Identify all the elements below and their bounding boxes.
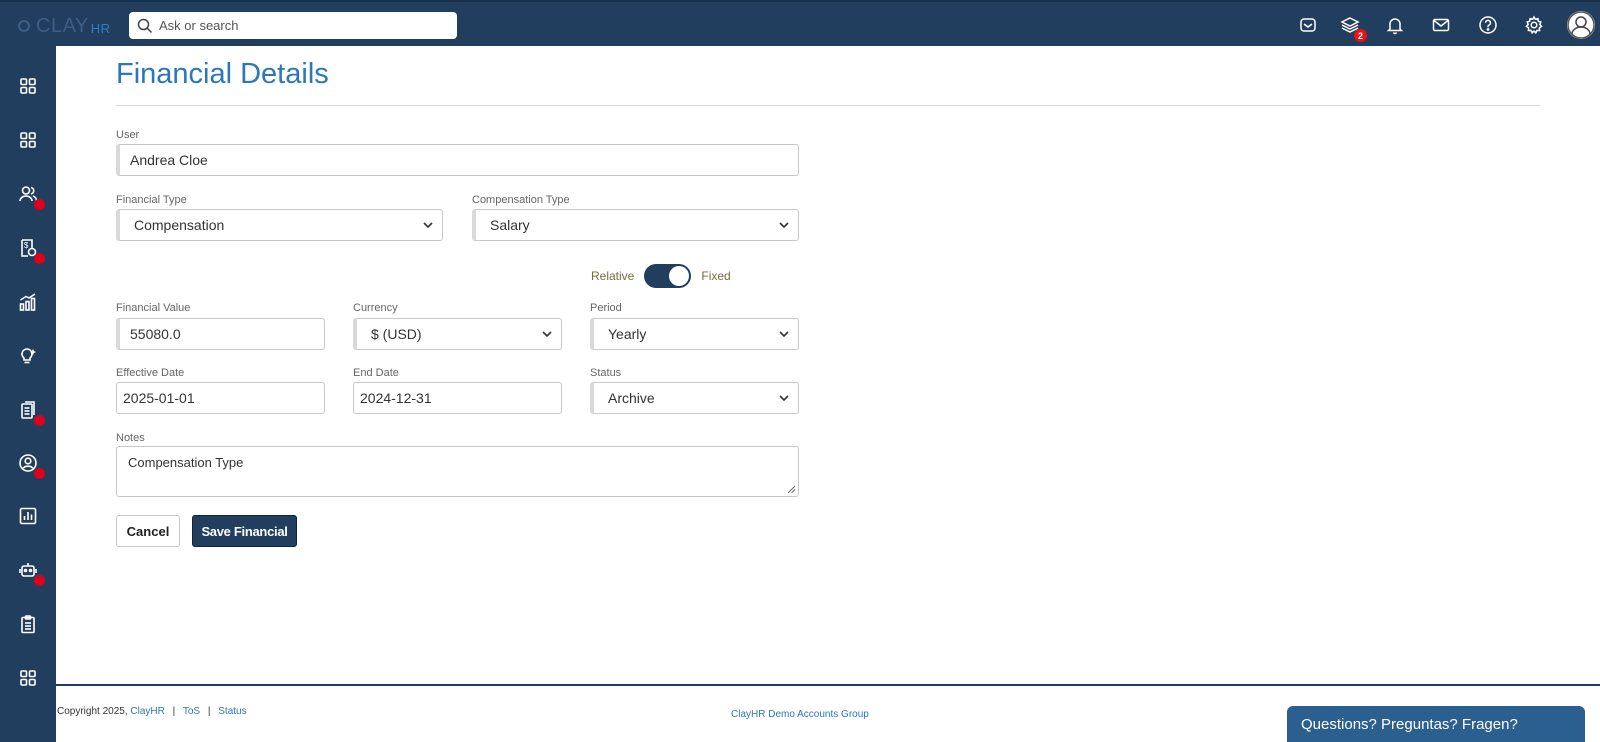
financial-type-value: Compensation: [134, 217, 225, 233]
page-title: Financial Details: [116, 58, 329, 90]
copyright-text: Copyright 2025,: [57, 706, 128, 717]
logo-mark-icon: [18, 20, 30, 32]
chevron-down-icon: [779, 331, 789, 338]
alert-dot: [34, 253, 45, 264]
cancel-button[interactable]: Cancel: [116, 515, 180, 547]
payroll-icon[interactable]: $: [14, 234, 45, 264]
currency-select[interactable]: $ (USD): [353, 318, 562, 350]
user-value: Andrea Cloe: [130, 152, 208, 168]
report-icon[interactable]: [14, 502, 42, 530]
status-value: Archive: [608, 390, 655, 406]
chart-growth-icon[interactable]: [14, 288, 42, 316]
notes-value: Compensation Type: [128, 455, 244, 470]
footer-links: Copyright 2025, ClayHR | ToS | Status: [57, 706, 247, 717]
relative-fixed-toggle[interactable]: [644, 264, 692, 288]
documents-icon[interactable]: [14, 396, 45, 426]
chevron-down-icon: [779, 395, 789, 402]
end-date-value: 2024-12-31: [360, 390, 432, 406]
logo-text: CLAY: [36, 14, 89, 37]
effective-date-value: 2025-01-01: [123, 390, 195, 406]
currency-value: $ (USD): [371, 326, 422, 342]
help-chat-button[interactable]: Questions? Preguntas? Fragen?: [1287, 706, 1585, 742]
notes-textarea[interactable]: Compensation Type: [116, 446, 799, 497]
alert-dot: [34, 468, 45, 479]
status-link[interactable]: Status: [218, 706, 246, 717]
footer-divider: [56, 684, 1600, 686]
compensation-type-value: Salary: [490, 217, 530, 233]
toggle-label-relative: Relative: [591, 269, 635, 283]
relative-fixed-toggle-group: Relative Fixed: [591, 264, 731, 288]
end-date-label: End Date: [353, 367, 399, 379]
svg-text:$: $: [24, 241, 29, 250]
search-icon: [137, 18, 153, 33]
people-icon[interactable]: [14, 180, 45, 210]
footer-separator: |: [172, 706, 176, 717]
financial-value-label: Financial Value: [116, 302, 191, 314]
left-sidebar: $: [0, 46, 56, 742]
top-bar: CLAY HR 2: [0, 0, 1600, 46]
period-select[interactable]: Yearly: [590, 318, 799, 350]
clayhr-link[interactable]: ClayHR: [130, 706, 164, 717]
user-field[interactable]: Andrea Cloe: [116, 144, 799, 176]
notification-badge: 2: [1354, 29, 1367, 42]
toggle-label-fixed: Fixed: [701, 269, 731, 283]
toggle-knob: [669, 266, 690, 286]
bell-icon[interactable]: [1383, 13, 1407, 37]
search-input[interactable]: [159, 18, 439, 33]
period-label: Period: [590, 302, 622, 314]
lightbulb-icon[interactable]: [14, 342, 42, 370]
chevron-down-icon: [542, 331, 552, 338]
help-icon[interactable]: [1476, 13, 1500, 37]
effective-date-input[interactable]: 2025-01-01: [116, 382, 325, 414]
alert-dot: [34, 199, 45, 210]
alert-dot: [34, 415, 45, 426]
footer-separator: |: [207, 706, 211, 717]
alert-dot: [34, 575, 45, 586]
effective-date-label: Effective Date: [116, 367, 185, 379]
compensation-type-label: Compensation Type: [472, 194, 570, 206]
financial-type-label: Financial Type: [116, 194, 187, 206]
grid-icon[interactable]: [14, 72, 42, 100]
title-divider: [116, 105, 1540, 106]
end-date-input[interactable]: 2024-12-31: [353, 382, 562, 414]
grid-icon[interactable]: [14, 126, 42, 154]
currency-label: Currency: [353, 302, 398, 314]
notes-label: Notes: [116, 432, 145, 444]
financial-type-select[interactable]: Compensation: [116, 209, 443, 241]
inbox-icon[interactable]: [1296, 13, 1320, 37]
tos-link[interactable]: ToS: [183, 706, 200, 717]
period-value: Yearly: [608, 326, 647, 342]
chevron-down-icon: [423, 222, 433, 229]
save-financial-button[interactable]: Save Financial: [192, 515, 297, 547]
user-label: User: [116, 129, 140, 141]
user-avatar-icon[interactable]: [1567, 11, 1595, 39]
financial-value-text: 55080.0: [130, 326, 181, 342]
clayhr-logo[interactable]: CLAY HR: [18, 15, 111, 37]
logo-suffix: HR: [90, 21, 111, 36]
financial-value-input[interactable]: 55080.0: [116, 318, 325, 350]
user-circle-icon[interactable]: [14, 449, 45, 479]
grid-icon[interactable]: [14, 664, 42, 692]
chevron-down-icon: [779, 222, 789, 229]
status-label: Status: [590, 367, 622, 379]
resize-handle-icon[interactable]: [787, 485, 796, 494]
search-box[interactable]: [129, 12, 457, 39]
clipboard-icon[interactable]: [14, 610, 42, 638]
settings-icon[interactable]: [1522, 13, 1546, 37]
bot-icon[interactable]: [14, 556, 45, 586]
status-select[interactable]: Archive: [590, 382, 799, 414]
account-group-name: ClayHR Demo Accounts Group: [731, 709, 869, 720]
mail-icon[interactable]: [1429, 13, 1453, 37]
compensation-type-select[interactable]: Salary: [472, 209, 799, 241]
